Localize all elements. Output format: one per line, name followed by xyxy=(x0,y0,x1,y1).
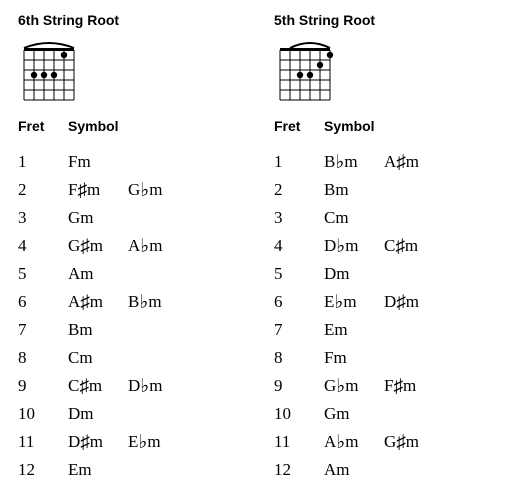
cell-symbol: Gm xyxy=(324,400,384,428)
table-row: 9G♭mF♯m xyxy=(274,372,490,400)
cell-symbol: Fm xyxy=(68,148,128,176)
table-row: 7Bm xyxy=(18,316,234,344)
column-6th-string: 6th String Root Fret Symbol 1Fm2F♯mG♭m3G… xyxy=(18,12,234,484)
cell-symbol: C♯m xyxy=(68,372,128,400)
cell-fret: 7 xyxy=(18,316,68,344)
chord-diagram-6th xyxy=(18,38,234,104)
header-fret: Fret xyxy=(18,118,68,134)
cell-fret: 10 xyxy=(274,400,324,428)
table-row: 10Gm xyxy=(274,400,490,428)
table-row: 12Em xyxy=(18,456,234,484)
cell-symbol: Cm xyxy=(68,344,128,372)
cell-fret: 11 xyxy=(274,428,324,456)
cell-fret: 6 xyxy=(18,288,68,316)
cell-fret: 11 xyxy=(18,428,68,456)
cell-symbol: E♭m xyxy=(324,288,384,316)
section-title: 6th String Root xyxy=(18,12,234,28)
table-row: 8Fm xyxy=(274,344,490,372)
cell-fret: 8 xyxy=(274,344,324,372)
cell-fret: 5 xyxy=(274,260,324,288)
cell-fret: 9 xyxy=(274,372,324,400)
cell-fret: 1 xyxy=(18,148,68,176)
cell-fret: 5 xyxy=(18,260,68,288)
table-row: 2Bm xyxy=(274,176,490,204)
cell-alt-symbol: D♯m xyxy=(384,288,444,316)
cell-symbol: D♯m xyxy=(68,428,128,456)
cell-fret: 10 xyxy=(18,400,68,428)
cell-fret: 9 xyxy=(18,372,68,400)
cell-symbol: F♯m xyxy=(68,176,128,204)
cell-fret: 3 xyxy=(274,204,324,232)
cell-fret: 12 xyxy=(274,456,324,484)
section-title: 5th String Root xyxy=(274,12,490,28)
cell-symbol: A♯m xyxy=(68,288,128,316)
table-row: 11D♯mE♭m xyxy=(18,428,234,456)
header-symbol: Symbol xyxy=(68,118,119,134)
cell-symbol: Em xyxy=(324,316,384,344)
cell-symbol: Fm xyxy=(324,344,384,372)
table-row: 3Cm xyxy=(274,204,490,232)
cell-alt-symbol: E♭m xyxy=(128,428,188,456)
cell-alt-symbol: B♭m xyxy=(128,288,188,316)
cell-symbol: Am xyxy=(68,260,128,288)
cell-symbol: G♯m xyxy=(68,232,128,260)
cell-symbol: Gm xyxy=(68,204,128,232)
cell-fret: 8 xyxy=(18,344,68,372)
table-row: 3Gm xyxy=(18,204,234,232)
table-row: 2F♯mG♭m xyxy=(18,176,234,204)
table-row: 6E♭mD♯m xyxy=(274,288,490,316)
header-symbol: Symbol xyxy=(324,118,375,134)
cell-symbol: Cm xyxy=(324,204,384,232)
column-5th-string: 5th String Root Fret Symbol 1B♭mA♯m2Bm3C… xyxy=(274,12,490,484)
header-fret: Fret xyxy=(274,118,324,134)
cell-symbol: Dm xyxy=(68,400,128,428)
table-row: 5Dm xyxy=(274,260,490,288)
cell-fret: 6 xyxy=(274,288,324,316)
cell-symbol: Bm xyxy=(324,176,384,204)
table-row: 4D♭mC♯m xyxy=(274,232,490,260)
cell-fret: 7 xyxy=(274,316,324,344)
table-row: 11A♭mG♯m xyxy=(274,428,490,456)
cell-fret: 2 xyxy=(18,176,68,204)
table-headers: Fret Symbol xyxy=(274,118,490,134)
cell-symbol: Bm xyxy=(68,316,128,344)
table-row: 10Dm xyxy=(18,400,234,428)
cell-symbol: B♭m xyxy=(324,148,384,176)
table-row: 4G♯mA♭m xyxy=(18,232,234,260)
cell-symbol: Am xyxy=(324,456,384,484)
cell-symbol: Em xyxy=(68,456,128,484)
cell-fret: 1 xyxy=(274,148,324,176)
cell-symbol: D♭m xyxy=(324,232,384,260)
cell-alt-symbol: C♯m xyxy=(384,232,444,260)
table-row: 6A♯mB♭m xyxy=(18,288,234,316)
cell-fret: 2 xyxy=(274,176,324,204)
table-row: 8Cm xyxy=(18,344,234,372)
table-body-right: 1B♭mA♯m2Bm3Cm4D♭mC♯m5Dm6E♭mD♯m7Em8Fm9G♭m… xyxy=(274,148,490,484)
cell-symbol: G♭m xyxy=(324,372,384,400)
cell-fret: 3 xyxy=(18,204,68,232)
cell-symbol: Dm xyxy=(324,260,384,288)
cell-fret: 4 xyxy=(274,232,324,260)
cell-alt-symbol: G♭m xyxy=(128,176,188,204)
table-headers: Fret Symbol xyxy=(18,118,234,134)
chord-diagram-5th xyxy=(274,38,490,104)
cell-symbol: A♭m xyxy=(324,428,384,456)
cell-alt-symbol: G♯m xyxy=(384,428,444,456)
table-row: 7Em xyxy=(274,316,490,344)
cell-alt-symbol: D♭m xyxy=(128,372,188,400)
cell-alt-symbol: F♯m xyxy=(384,372,444,400)
table-row: 9C♯mD♭m xyxy=(18,372,234,400)
cell-alt-symbol: A♭m xyxy=(128,232,188,260)
cell-fret: 12 xyxy=(18,456,68,484)
table-row: 12Am xyxy=(274,456,490,484)
table-row: 1B♭mA♯m xyxy=(274,148,490,176)
cell-alt-symbol: A♯m xyxy=(384,148,444,176)
cell-fret: 4 xyxy=(18,232,68,260)
table-row: 1Fm xyxy=(18,148,234,176)
table-body-left: 1Fm2F♯mG♭m3Gm4G♯mA♭m5Am6A♯mB♭m7Bm8Cm9C♯m… xyxy=(18,148,234,484)
table-row: 5Am xyxy=(18,260,234,288)
